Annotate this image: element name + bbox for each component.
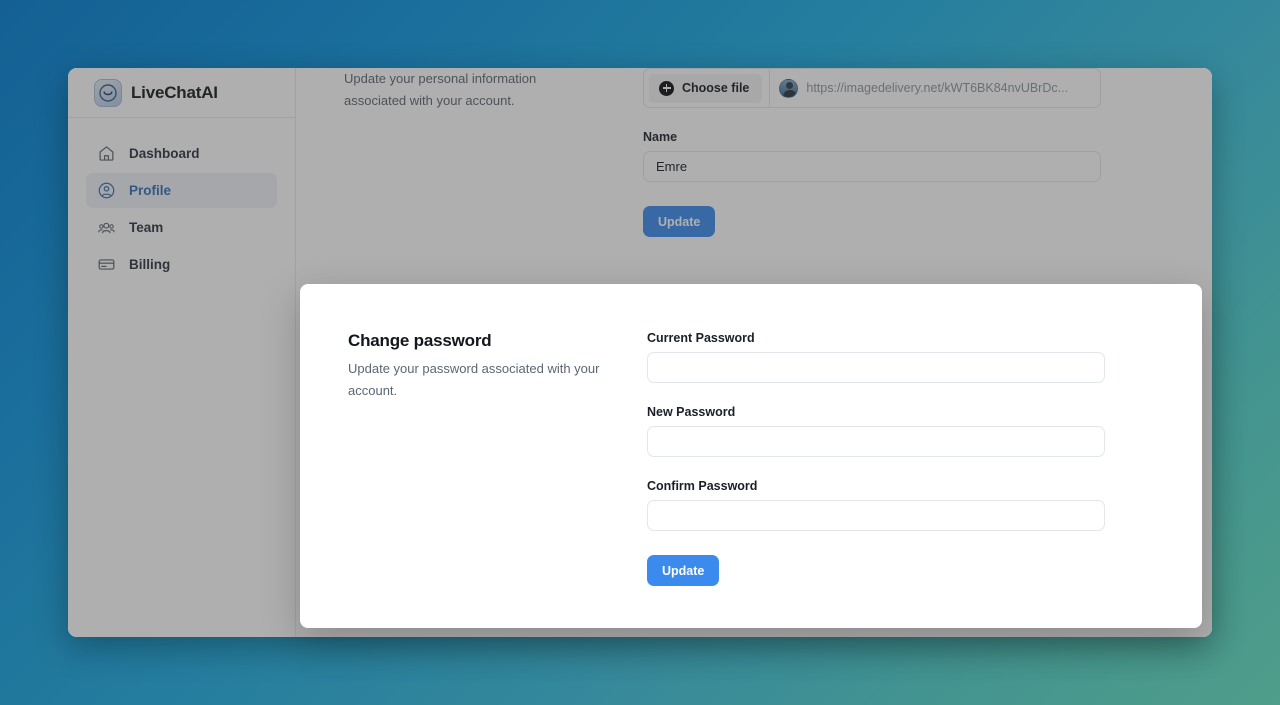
name-field-group: Name (643, 130, 1101, 182)
modal-title: Change password (348, 331, 492, 350)
current-password-group: Current Password (647, 331, 1105, 383)
users-group-icon (96, 218, 116, 238)
change-password-form: Current Password New Password Confirm Pa… (647, 331, 1105, 586)
choose-file-button[interactable]: Choose file (649, 73, 763, 103)
brand-name: LiveChatAI (131, 82, 218, 102)
file-upload-row[interactable]: Choose file https://imagedelivery.net/kW… (643, 68, 1101, 108)
new-password-group: New Password (647, 405, 1105, 457)
choose-file-label: Choose file (682, 81, 750, 95)
file-url-value: https://imagedelivery.net/kWT6BK84nvUBrD… (806, 81, 1069, 95)
modal-description: Update your password associated with you… (348, 361, 600, 399)
sidebar-item-label: Profile (129, 183, 172, 198)
modal-update-button[interactable]: Update (647, 555, 720, 586)
avatar-thumbnail-icon (779, 78, 799, 98)
profile-section: Update your personal information associa… (296, 68, 1212, 237)
sidebar-item-label: Dashboard (129, 146, 200, 161)
sidebar-item-billing[interactable]: Billing (86, 247, 277, 282)
name-input[interactable] (643, 151, 1101, 182)
current-password-label: Current Password (647, 331, 755, 345)
sidebar-item-label: Billing (129, 257, 171, 272)
name-label: Name (643, 130, 678, 144)
plus-circle-icon (659, 80, 674, 96)
sidebar-nav: Dashboard Profile Team Billing (68, 118, 295, 282)
user-circle-icon (96, 181, 116, 201)
confirm-password-group: Confirm Password (647, 479, 1105, 531)
profile-update-button[interactable]: Update (643, 206, 716, 237)
sidebar-item-team[interactable]: Team (86, 210, 277, 245)
home-icon (96, 144, 116, 164)
sidebar: LiveChatAI Dashboard Profile Team Billin… (68, 68, 296, 637)
current-password-input[interactable] (647, 352, 1105, 383)
new-password-label: New Password (647, 405, 736, 419)
sidebar-item-label: Team (129, 220, 164, 235)
modal-info: Change password Update your password ass… (348, 331, 603, 586)
profile-section-description: Update your personal information associa… (344, 71, 537, 109)
change-password-modal: Change password Update your password ass… (300, 284, 1202, 628)
confirm-password-label: Confirm Password (647, 479, 758, 493)
sidebar-item-dashboard[interactable]: Dashboard (86, 136, 277, 171)
brand: LiveChatAI (68, 68, 295, 118)
profile-section-info: Update your personal information associa… (344, 68, 599, 237)
file-row-divider (769, 69, 771, 107)
confirm-password-input[interactable] (647, 500, 1105, 531)
sidebar-item-profile[interactable]: Profile (86, 173, 277, 208)
credit-card-icon (96, 255, 116, 275)
chat-smile-icon (94, 78, 122, 107)
new-password-input[interactable] (647, 426, 1105, 457)
profile-section-form: Choose file https://imagedelivery.net/kW… (643, 68, 1101, 237)
